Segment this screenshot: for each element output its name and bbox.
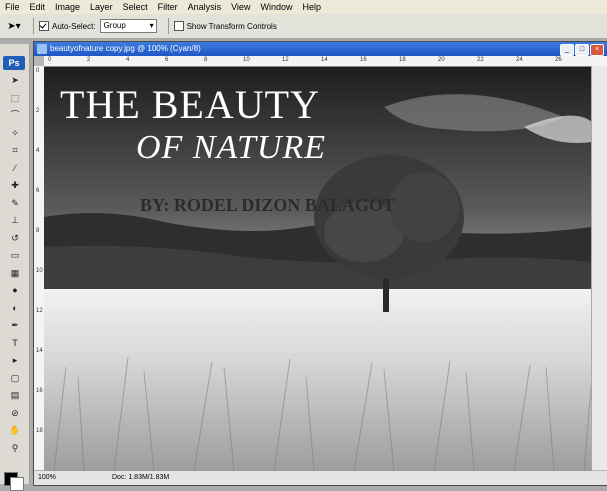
move-tool-icon[interactable]: ➤: [8, 74, 22, 86]
path-select-icon[interactable]: ▸: [8, 354, 22, 366]
ruler-tick-label: 16: [360, 57, 367, 63]
auto-select-dropdown[interactable]: Group: [99, 19, 157, 33]
document-size[interactable]: Doc: 1.83M/1.83M: [112, 471, 169, 485]
document-title: beautyofnature copy.jpg @ 100% (Cyan/8): [50, 44, 201, 53]
artwork-title-line2: OF NATURE: [136, 129, 327, 166]
document-window: beautyofnature copy.jpg @ 100% (Cyan/8) …: [33, 41, 607, 486]
separator: [167, 18, 169, 34]
auto-select-label: Auto-Select:: [52, 21, 96, 31]
show-transform-checkbox[interactable]: Show Transform Controls: [173, 21, 277, 31]
ruler-tick-label: 10: [36, 268, 43, 274]
menu-bar: File Edit Image Layer Select Filter Analysis Vi…: [0, 0, 607, 14]
photoshop-logo: Ps: [3, 56, 25, 70]
options-bar: ➤▾ Auto-Select: Group Show Transform Con…: [0, 14, 607, 39]
ruler-tick-label: 10: [243, 57, 250, 63]
menu-item-window[interactable]: Window: [255, 0, 297, 14]
minimize-button[interactable]: _: [560, 44, 574, 56]
zoom-level[interactable]: 100%: [38, 471, 56, 485]
image-canvas[interactable]: THE BEAUTY OF NATURE BY: RODEL DIZON BAL…: [44, 67, 592, 471]
brush-tool-icon[interactable]: ✎: [8, 197, 22, 209]
ruler-tick-label: 16: [36, 388, 43, 394]
crop-tool-icon[interactable]: ⌗: [8, 144, 22, 156]
notes-tool-icon[interactable]: ▤: [8, 389, 22, 401]
gradient-tool-icon[interactable]: ▦: [8, 267, 22, 279]
document-icon: [37, 44, 47, 54]
lasso-tool-icon[interactable]: ⌒: [8, 109, 22, 121]
zoom-tool-icon[interactable]: ⚲: [8, 442, 22, 454]
maximize-button[interactable]: □: [575, 44, 589, 56]
ruler-tick-label: 6: [165, 57, 169, 63]
ruler-tick-label: 2: [36, 108, 40, 114]
menu-item-image[interactable]: Image: [50, 0, 85, 14]
menu-item-help[interactable]: Help: [297, 0, 326, 14]
magic-wand-tool-icon[interactable]: ✧: [8, 127, 22, 139]
ruler-tick-label: 14: [36, 348, 43, 354]
artwork-author: BY: RODEL DIZON BALAGOT: [140, 195, 395, 215]
ruler-tick-label: 8: [204, 57, 208, 63]
ruler-tick-label: 12: [36, 308, 43, 314]
ruler-tick-label: 12: [282, 57, 289, 63]
status-bar: 100% Doc: 1.83M/1.83M: [34, 471, 607, 485]
healing-tool-icon[interactable]: ✚: [8, 179, 22, 191]
type-tool-icon[interactable]: T: [8, 337, 22, 349]
menu-item-analysis[interactable]: Analysis: [183, 0, 227, 14]
toolbox: Ps ➤ ⬚ ⌒ ✧ ⌗ ∕ ✚ ✎ ⊥ ↺ ▭ ▦ ● ◐ ✒ T ▸ ▢ ▤ ⊘ ✋ ⚲: [0, 44, 30, 491]
ruler-tick-label: 8: [36, 228, 40, 234]
ruler-tick-label: 20: [438, 57, 445, 63]
menu-item-file[interactable]: File: [0, 0, 25, 14]
marquee-tool-icon[interactable]: ⬚: [8, 92, 22, 104]
separator: [33, 18, 34, 34]
menu-item-filter[interactable]: Filter: [153, 0, 183, 14]
horizontal-ruler[interactable]: 0 2 4 6 8 10 12 14 16 18 20 22 24 26: [44, 56, 607, 67]
ruler-tick-label: 4: [36, 148, 40, 154]
menu-item-select[interactable]: Select: [118, 0, 153, 14]
auto-select-checkbox[interactable]: Auto-Select:: [39, 21, 96, 31]
move-tool-preset-button[interactable]: ➤▾: [0, 16, 28, 36]
dodge-tool-icon[interactable]: ◐: [8, 302, 22, 314]
ruler-tick-label: 14: [321, 57, 328, 63]
checkbox-unchecked-icon: [173, 21, 184, 31]
stamp-tool-icon[interactable]: ⊥: [8, 214, 22, 226]
ruler-tick-label: 4: [126, 57, 130, 63]
move-arrow-icon: ➤▾: [7, 20, 21, 32]
menu-item-layer[interactable]: Layer: [85, 0, 118, 14]
ruler-tick-label: 0: [36, 68, 40, 74]
artwork-title-line1: THE BEAUTY: [60, 82, 320, 127]
ruler-tick-label: 2: [87, 57, 91, 63]
history-brush-icon[interactable]: ↺: [8, 232, 22, 244]
blur-tool-icon[interactable]: ●: [8, 284, 22, 296]
ruler-tick-label: 6: [36, 188, 40, 194]
pen-tool-icon[interactable]: ✒: [8, 319, 22, 331]
checkbox-checked-icon: [39, 21, 49, 31]
menu-item-view[interactable]: View: [226, 0, 255, 14]
ruler-tick-label: 26: [555, 57, 562, 63]
background-color-swatch[interactable]: [10, 477, 24, 491]
ruler-tick-label: 0: [48, 57, 52, 63]
ruler-tick-label: 22: [477, 57, 484, 63]
slice-tool-icon[interactable]: ∕: [8, 162, 22, 174]
document-titlebar[interactable]: beautyofnature copy.jpg @ 100% (Cyan/8) …: [34, 42, 607, 56]
ruler-tick-label: 24: [516, 57, 523, 63]
menu-item-edit[interactable]: Edit: [25, 0, 51, 14]
eyedropper-tool-icon[interactable]: ⊘: [8, 407, 22, 419]
eraser-tool-icon[interactable]: ▭: [8, 249, 22, 261]
close-button[interactable]: ×: [590, 44, 604, 56]
shape-tool-icon[interactable]: ▢: [8, 372, 22, 384]
hand-tool-icon[interactable]: ✋: [8, 424, 22, 436]
ruler-tick-label: 18: [399, 57, 406, 63]
show-transform-label: Show Transform Controls: [186, 21, 277, 31]
ruler-tick-label: 18: [36, 428, 43, 434]
vertical-scrollbar[interactable]: [591, 66, 607, 470]
